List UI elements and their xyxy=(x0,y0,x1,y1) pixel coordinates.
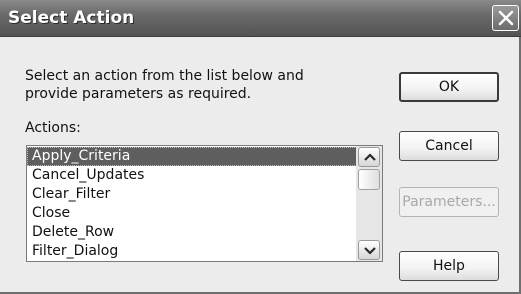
list-item[interactable]: Apply_Criteria xyxy=(27,147,357,166)
chevron-up-icon xyxy=(364,153,376,161)
close-button[interactable] xyxy=(492,5,519,31)
actions-list: Apply_Criteria Cancel_Updates Clear_Filt… xyxy=(27,147,357,261)
close-icon xyxy=(498,10,514,26)
vertical-scrollbar[interactable] xyxy=(356,146,382,261)
select-action-dialog: Select Action Select an action from the … xyxy=(0,0,521,294)
title-bar: Select Action xyxy=(0,0,521,37)
scroll-thumb[interactable] xyxy=(358,169,380,190)
cancel-button[interactable]: Cancel xyxy=(399,131,499,161)
list-item[interactable]: Filter_Dialog xyxy=(27,242,357,261)
list-item[interactable]: Delete_Row xyxy=(27,223,357,242)
scroll-down-button[interactable] xyxy=(358,240,380,260)
list-item[interactable]: Close xyxy=(27,204,357,223)
dialog-title: Select Action xyxy=(8,8,135,28)
help-button[interactable]: Help xyxy=(399,251,499,281)
list-item[interactable]: Clear_Filter xyxy=(27,185,357,204)
parameters-button: Parameters... xyxy=(399,187,499,217)
actions-label: Actions: xyxy=(25,120,81,136)
ok-button[interactable]: OK xyxy=(399,72,499,102)
instruction-text: Select an action from the list below and… xyxy=(25,68,304,102)
chevron-down-icon xyxy=(364,247,376,255)
scroll-up-button[interactable] xyxy=(358,147,380,167)
actions-listbox[interactable]: Apply_Criteria Cancel_Updates Clear_Filt… xyxy=(26,145,383,262)
list-item[interactable]: Cancel_Updates xyxy=(27,166,357,185)
